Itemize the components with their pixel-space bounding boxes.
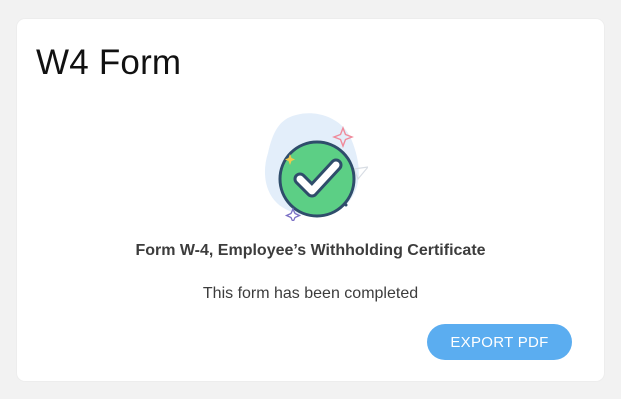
page-title: W4 Form [36,43,182,82]
export-pdf-button[interactable]: EXPORT PDF [427,324,572,360]
completion-status: This form has been completed [202,285,419,302]
form-name: Form W-4, Employee’s Withholding Certifi… [135,242,486,259]
check-circle-icon [264,113,370,224]
decor-dot [344,203,348,207]
completion-illustration [248,105,370,224]
form-card: W4 Form Form W-4, Employee’s Withholding… [17,19,604,381]
